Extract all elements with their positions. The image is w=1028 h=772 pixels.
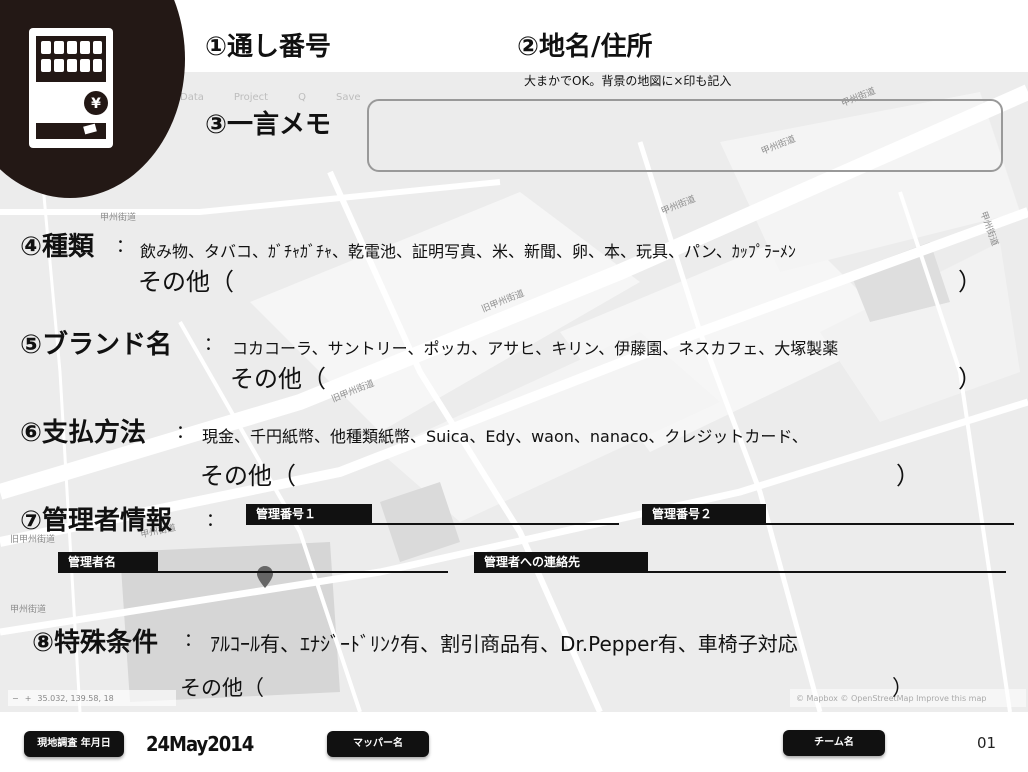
place-note: 大まかでOK。背景の地図に×印も記入 [524,74,732,88]
map-coordinates: 35.032, 139.58, 18 [37,693,114,703]
manager-label: ⑦管理者情報 [20,506,173,536]
map-pin-icon [257,566,273,588]
road-label: 甲州街道 [10,605,47,615]
special-other-field[interactable] [290,674,884,702]
payment-other-label: その他（ [200,462,296,490]
payment-other-close: ） [896,462,920,490]
zoom-out-icon[interactable]: − [12,694,19,703]
map-save-button[interactable]: Save [336,92,361,103]
svg-text:¥: ¥ [91,96,101,112]
special-other-close: ） [892,676,913,700]
memo-input-box[interactable] [367,99,1003,172]
vending-machine-icon: ¥ [29,28,113,148]
manager-number2-line[interactable] [642,523,1014,525]
brand-other-close: ） [958,365,982,393]
manager-name-line[interactable] [58,571,448,573]
mapper-name-label: マッパー名 [327,731,429,757]
kind-other-label: その他（ [138,268,234,296]
survey-sheet: 甲州街道 甲州街道 甲州街道 旧甲州街道 旧甲州街道 甲州街道 甲州街道 甲州街… [0,0,1028,772]
brand-label: ⑤ブランド名 [20,330,173,360]
kind-options: 飲み物、タバコ、ｶﾞﾁｬｶﾞﾁｬ、乾電池、証明写真、米、新聞、卵、本、玩具、パン… [140,242,796,261]
special-colon: ： [184,630,202,651]
manager-name-tag: 管理者名 [58,552,158,572]
kind-other-close: ） [958,268,982,296]
kind-other-field[interactable] [262,264,952,294]
brand-other-label: その他（ [230,365,326,393]
kind-colon: ： [116,236,134,257]
brand-other-field[interactable] [354,361,952,391]
manager-contact-line[interactable] [474,571,1006,573]
payment-label: ⑥支払方法 [20,418,147,448]
manager-number1-line[interactable] [246,523,619,525]
manager-number1-tag: 管理番号１ [246,504,372,524]
special-label: ⑧特殊条件 [32,628,159,658]
special-options: ｱﾙｺｰﾙ有、ｴﾅｼﾞｰﾄﾞﾘﾝｸ有、割引商品有、Dr.Pepper有、車椅子対… [210,632,798,656]
survey-date-label: 現地調査 年月日 [24,731,124,757]
brand-colon: ： [204,334,222,355]
map-search-icon[interactable]: Q [298,92,306,103]
payment-options: 現金、千円紙幣、他種類紙幣、Suica、Edy、waon、nanaco、クレジッ… [202,427,808,446]
survey-date-value[interactable]: 24May2014 [146,732,254,756]
zoom-in-icon[interactable]: + [25,694,32,703]
map-tab-data[interactable]: Data [180,92,204,103]
payment-colon: ： [176,422,194,443]
kind-label: ④種類 [20,232,95,262]
manager-number2-tag: 管理番号２ [642,504,766,524]
brand-options: コカコーラ、サントリー、ポッカ、アサヒ、キリン、伊藤園、ネスカフェ、大塚製薬 [232,339,839,358]
map-zoom-controls: − + 35.032, 139.58, 18 [8,690,176,706]
place-label: ②地名/住所 [517,32,653,62]
map-tab-project[interactable]: Project [234,92,268,103]
manager-colon: ： [206,510,224,531]
memo-label: ③一言メモ [205,110,332,140]
manager-contact-tag: 管理者への連絡先 [474,552,648,572]
serial-number-label: ①通し番号 [205,32,332,62]
special-other-label: その他（ [180,676,264,700]
team-name-label: チーム名 [783,730,885,756]
road-label: 甲州街道 [100,213,137,223]
page-number: 01 [977,734,997,752]
payment-other-field[interactable] [324,458,890,488]
